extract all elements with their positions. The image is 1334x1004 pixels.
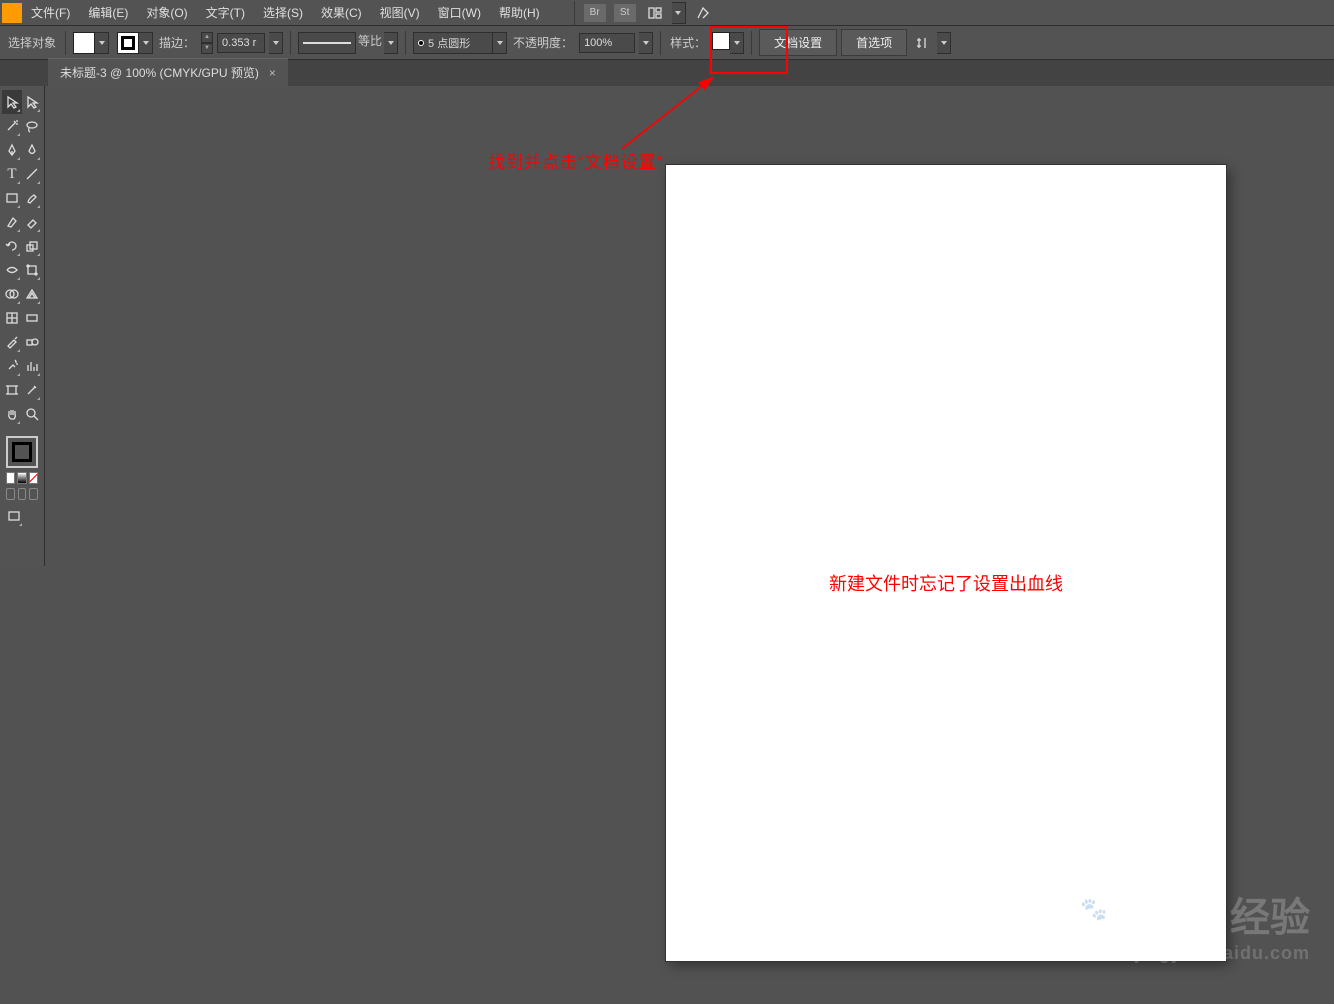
color-section <box>2 432 42 530</box>
perspective-tool[interactable] <box>22 282 42 306</box>
free-transform-tool[interactable] <box>22 258 42 282</box>
draw-inside-icon[interactable] <box>29 488 38 500</box>
fill-color-well[interactable] <box>73 32 95 54</box>
gradient-tool[interactable] <box>22 306 42 330</box>
zoom-tool[interactable] <box>22 402 42 426</box>
magic-wand-tool[interactable] <box>2 114 22 138</box>
color-mode-swatches[interactable] <box>6 472 38 484</box>
stroke-color-well[interactable] <box>117 32 139 54</box>
arrange-documents-icon[interactable] <box>644 4 666 22</box>
opacity-dropdown[interactable] <box>639 32 653 54</box>
fill-dropdown[interactable] <box>95 32 109 54</box>
menu-bar: 文件(F) 编辑(E) 对象(O) 文字(T) 选择(S) 效果(C) 视图(V… <box>0 0 1334 26</box>
brush-dot-icon <box>418 40 424 46</box>
type-tool[interactable]: T <box>2 162 22 186</box>
draw-mode-buttons <box>6 488 38 500</box>
brush-profile-label: 5 点圆形 <box>428 35 470 51</box>
stock-icon[interactable]: St <box>614 4 636 22</box>
style-well[interactable] <box>712 32 730 50</box>
tab-close-icon[interactable]: × <box>269 66 276 80</box>
style-label: 样式： <box>670 34 706 51</box>
align-dropdown[interactable] <box>937 32 951 54</box>
tab-title: 未标题-3 @ 100% (CMYK/GPU 预览) <box>60 64 259 81</box>
line-tool[interactable] <box>22 162 42 186</box>
watermark: 🐾Baidu 经验 jingyan.baidu.com <box>1080 885 1310 964</box>
menu-effect[interactable]: 效果(C) <box>314 0 369 25</box>
no-selection-label: 选择对象 <box>8 34 56 51</box>
document-tab[interactable]: 未标题-3 @ 100% (CMYK/GPU 预览) × <box>48 58 288 86</box>
menu-object[interactable]: 对象(O) <box>139 0 194 25</box>
instruction-annotation-text: 找到并点击“文档设置” <box>488 148 663 173</box>
stroke-weight-input[interactable] <box>217 33 265 53</box>
menu-type[interactable]: 文字(T) <box>199 0 252 25</box>
opacity-label: 不透明度： <box>513 34 573 51</box>
stroke-profile-preview <box>298 32 356 54</box>
work-area: T <box>0 86 1334 1004</box>
brush-profile-preview: 5 点圆形 <box>413 32 493 54</box>
brush-dropdown[interactable] <box>493 32 507 54</box>
direct-select-tool[interactable] <box>22 90 42 114</box>
stroke-dropdown[interactable] <box>139 32 153 54</box>
menu-view[interactable]: 视图(V) <box>373 0 427 25</box>
gradient-swatch[interactable] <box>17 472 26 484</box>
gpu-icon[interactable] <box>692 4 714 22</box>
none-swatch[interactable] <box>29 472 38 484</box>
style-dropdown[interactable] <box>730 32 744 54</box>
menu-select[interactable]: 选择(S) <box>256 0 310 25</box>
variable-width-dropdown[interactable] <box>384 32 398 54</box>
paintbrush-tool[interactable] <box>22 186 42 210</box>
blend-tool[interactable] <box>22 330 42 354</box>
menu-file[interactable]: 文件(F) <box>24 0 77 25</box>
rotate-tool[interactable] <box>2 234 22 258</box>
eraser-tool[interactable] <box>22 210 42 234</box>
hand-tool[interactable] <box>2 402 22 426</box>
artboard-annotation-text: 新建文件时忘记了设置出血线 <box>829 570 1063 596</box>
width-tool[interactable] <box>2 258 22 282</box>
shaper-tool[interactable] <box>2 210 22 234</box>
menu-window[interactable]: 窗口(W) <box>431 0 488 25</box>
selection-tool[interactable] <box>2 90 22 114</box>
stroke-weight-dropdown[interactable] <box>269 32 283 54</box>
paw-icon: 🐾 <box>1080 897 1107 922</box>
lasso-tool[interactable] <box>22 114 42 138</box>
artboard-tool[interactable] <box>2 378 22 402</box>
app-logo-icon <box>2 3 22 23</box>
color-swatch[interactable] <box>6 472 15 484</box>
bridge-icon[interactable]: Br <box>584 4 606 22</box>
opacity-input[interactable] <box>579 33 635 53</box>
screen-mode-tool[interactable] <box>4 504 24 528</box>
fill-stroke-indicator[interactable] <box>6 436 38 468</box>
eyedropper-tool[interactable] <box>2 330 22 354</box>
document-tab-bar: 未标题-3 @ 100% (CMYK/GPU 预览) × <box>0 60 1334 86</box>
document-setup-button[interactable]: 文档设置 <box>759 29 837 56</box>
options-bar: 选择对象 描边： ▲▼ 等比 5 点圆形 不透明度： 样式： 文档设置 首选项 <box>0 26 1334 60</box>
stroke-stepper[interactable]: ▲▼ <box>201 32 213 54</box>
curvature-tool[interactable] <box>22 138 42 162</box>
watermark-line1: 🐾Baidu 经验 <box>1080 896 1310 940</box>
symbol-sprayer-tool[interactable] <box>2 354 22 378</box>
arrange-dropdown[interactable] <box>672 2 686 24</box>
mesh-tool[interactable] <box>2 306 22 330</box>
align-icon[interactable] <box>911 33 933 53</box>
menu-help[interactable]: 帮助(H) <box>492 0 547 25</box>
pen-tool[interactable] <box>2 138 22 162</box>
rectangle-tool[interactable] <box>2 186 22 210</box>
watermark-line2: jingyan.baidu.com <box>1080 943 1310 964</box>
column-graph-tool[interactable] <box>22 354 42 378</box>
slice-tool[interactable] <box>22 378 42 402</box>
draw-normal-icon[interactable] <box>6 488 15 500</box>
stroke-label: 描边： <box>159 34 195 51</box>
draw-behind-icon[interactable] <box>18 488 27 500</box>
preferences-button[interactable]: 首选项 <box>841 29 907 56</box>
menu-edit[interactable]: 编辑(E) <box>81 0 135 25</box>
shape-builder-tool[interactable] <box>2 282 22 306</box>
separator <box>574 1 575 25</box>
scale-tool[interactable] <box>22 234 42 258</box>
artboard-canvas[interactable]: 新建文件时忘记了设置出血线 <box>666 165 1226 961</box>
toolbox-panel: T <box>0 86 45 566</box>
uniform-label: 等比 <box>358 32 382 54</box>
